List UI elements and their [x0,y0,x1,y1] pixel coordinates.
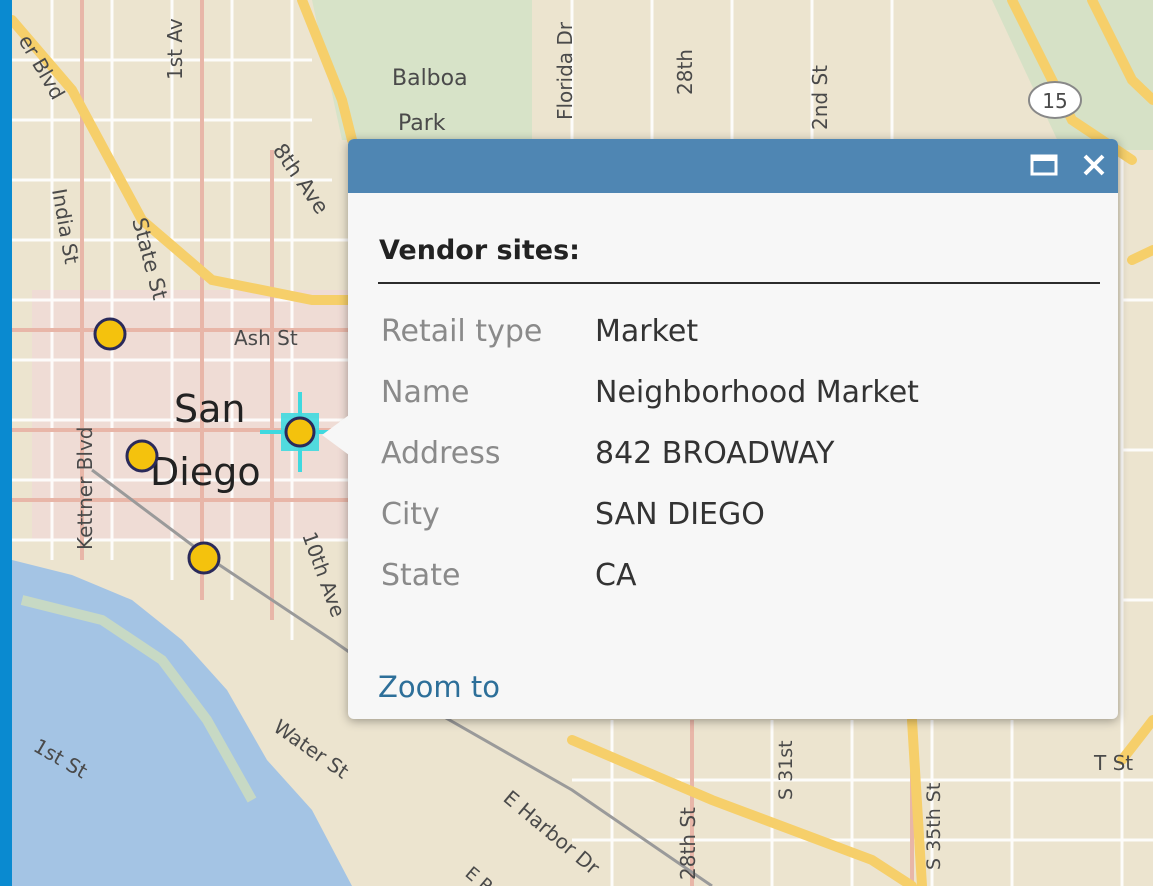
highway-15-shield: 15 [1028,81,1082,119]
label-kettner-blvd: Kettner Blvd [73,427,97,550]
attribute-row: City SAN DIEGO [381,484,919,545]
city-label-line2: Diego [150,450,261,494]
map-frame: 15 Balboa Park 8th Ave State St India St… [0,0,1153,886]
popup-header [348,139,1118,193]
attribute-label: State [381,558,461,593]
attribute-label: City [381,497,440,532]
attribute-value: Market [595,314,699,349]
close-button[interactable] [1080,151,1108,179]
attribute-row: Address 842 BROADWAY [381,423,919,484]
vendor-marker[interactable] [93,317,127,351]
attribute-label: Retail type [381,314,543,349]
zoom-to-link[interactable]: Zoom to [378,670,500,704]
attribute-label: Name [381,375,470,410]
label-e-r: E R [461,863,497,886]
label-28th-bottom: 28th St [676,807,700,880]
label-water-st: Water St [269,714,353,783]
attribute-row: State CA [381,545,919,606]
attribute-row: Name Neighborhood Market [381,362,919,423]
label-10th-ave: 10th Ave [297,529,350,621]
label-blvd-top-left: er Blvd [14,31,70,104]
label-florida-dr: Florida Dr [553,21,577,120]
label-state-st: State St [127,215,172,302]
label-1st-ave: 1st Av [163,18,187,80]
label-park: Park [398,111,446,136]
label-s-35th: S 35th St [923,783,945,870]
attribute-row: Retail type Market [381,301,919,362]
vendor-marker[interactable] [125,439,159,473]
maximize-icon [1030,154,1058,176]
popup-window: Vendor sites: Retail type Market Name Ne… [322,139,1118,719]
close-icon [1083,154,1105,176]
maximize-button[interactable] [1030,151,1058,179]
attribute-value: 842 BROADWAY [595,436,835,471]
attribute-value: CA [595,558,637,593]
attribute-value: SAN DIEGO [595,497,765,532]
popup-pointer [322,415,349,455]
vendor-marker[interactable] [187,541,221,575]
attribute-label: Address [381,436,501,471]
popup-title: Vendor sites: [379,235,580,266]
attribute-table: Retail type Market Name Neighborhood Mar… [381,301,919,606]
city-label-line1: San [174,387,246,431]
label-2nd-st: 2nd St [808,65,832,130]
attribute-value: Neighborhood Market [595,375,919,410]
label-28th-top: 28th [673,49,697,95]
title-divider [378,282,1100,284]
label-ash-st: Ash St [234,326,298,350]
label-t-st: T St [1093,751,1133,775]
label-balboa: Balboa [392,66,468,91]
highway-shield-number: 15 [1042,89,1067,113]
label-s-31st: S 31st [775,740,797,800]
label-harbor-dr: E Harbor Dr [499,785,605,880]
